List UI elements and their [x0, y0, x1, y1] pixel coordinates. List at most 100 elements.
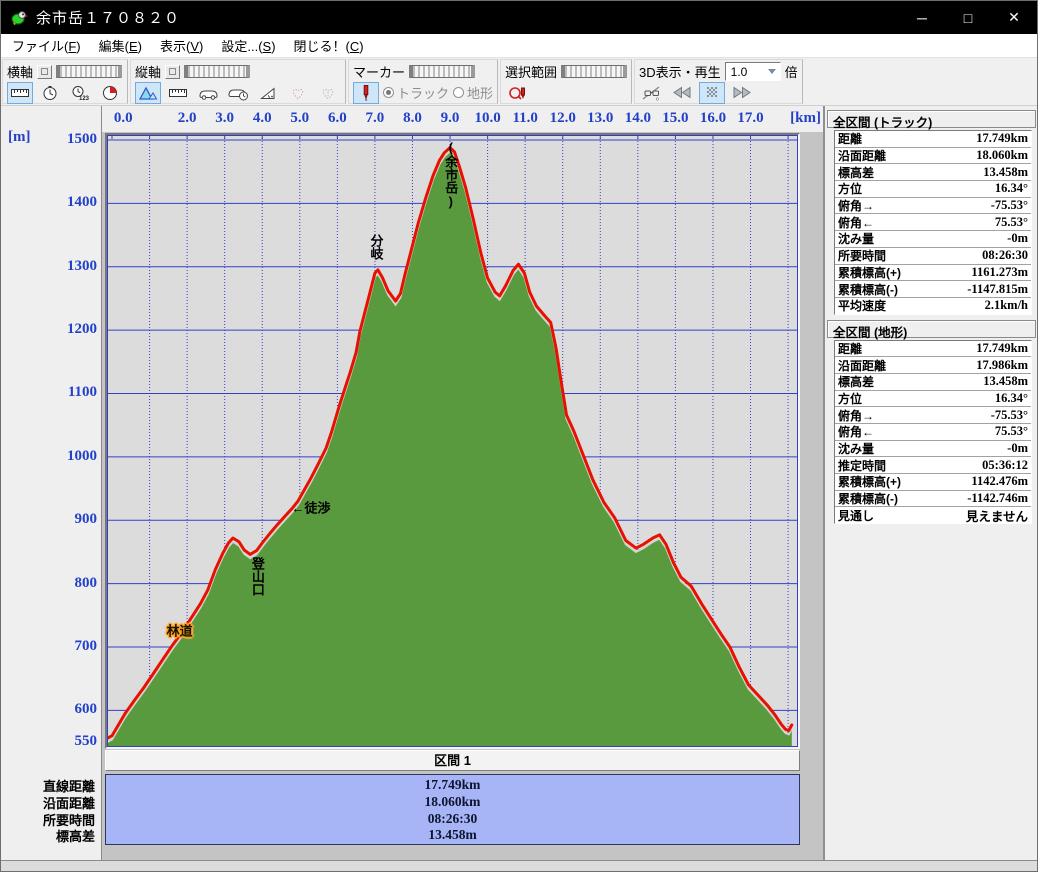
stat-label: 沈み量 [838, 442, 875, 457]
maximize-button[interactable]: □ [945, 1, 991, 34]
vaxis-label: 縦軸 [135, 65, 162, 80]
3d-view-icon[interactable]: o [639, 82, 665, 104]
haxis-label: 横軸 [7, 65, 34, 80]
stat-row: 俯角← 75.53° [835, 424, 1031, 441]
stat-label: 俯角→ [838, 199, 875, 214]
stat-label: 標高差 [838, 165, 875, 180]
menu-close[interactable]: 閉じる！(C) [285, 36, 373, 55]
section-row-value: 08:26:30 [427, 810, 478, 826]
ruler-icon[interactable] [7, 81, 33, 104]
annotation-vertical: (余市岳) [443, 140, 459, 209]
speed-icon[interactable] [195, 82, 221, 104]
selection-label: 選択範囲 [505, 65, 558, 80]
ruler2-icon[interactable] [165, 82, 191, 104]
stat-value: 16.34° [994, 181, 1028, 196]
y-tick-label: 550 [74, 733, 98, 749]
stat-row: 平均速度 2.1km/h [835, 298, 1031, 314]
stat-row: 推定時間 05:36:12 [835, 457, 1031, 475]
toolbar: 横軸 123 縦軸 マーカー トラック 地形 選択範囲 3D表示・再生 1.0 … [1, 58, 1037, 106]
speed-unit: 倍 [784, 65, 798, 80]
clock-123-icon[interactable]: 123 [67, 82, 93, 104]
annotation-vertical: 登山口 [249, 556, 265, 596]
stats-panel: 全区間 (トラック) 距離 17.749km 沿面距離 18.060km 標高差 13.4… [823, 106, 1037, 860]
marker-pen-icon[interactable] [353, 81, 379, 104]
menu-view[interactable]: 表示(V) [151, 36, 212, 55]
stat-label: 累積標高(-) [838, 282, 898, 297]
slope-icon[interactable] [255, 82, 281, 104]
stat-label: 俯角→ [838, 408, 875, 423]
stat-row: 沿面距離 17.986km [835, 357, 1031, 374]
stat-value: -0m [1007, 231, 1028, 246]
y-tick-label: 1200 [67, 321, 97, 338]
x-tick-label: 2.0 [177, 110, 197, 126]
x-axis-unit: [km] [790, 110, 821, 126]
stat-label: 平均速度 [838, 299, 887, 314]
speed-combobox[interactable]: 1.0 [724, 62, 781, 81]
y-tick-label: 600 [74, 701, 98, 718]
selection-group: 選択範囲 [500, 59, 633, 104]
x-tick-label: 8.0 [403, 110, 422, 126]
track-stats-table: 距離 17.749km 沿面距離 18.060km 標高差 13.458m 方位 16.34°… [834, 130, 1032, 315]
section-row-label: 沿面距離 [42, 795, 95, 811]
haxis-mini-button[interactable] [37, 64, 53, 79]
lasso-pen-icon[interactable] [505, 82, 531, 104]
stat-label: 見通し [838, 508, 875, 523]
mountain-icon[interactable] [135, 81, 161, 104]
heart-icon[interactable] [285, 82, 311, 104]
app-window: 余市岳１７０８２０ ─ □ ✕ ファイル(F) 編集(E) 表示(V) 設定..… [0, 0, 1038, 872]
close-button[interactable]: ✕ [991, 1, 1037, 34]
menu-edit[interactable]: 編集(E) [90, 36, 151, 55]
marker-slider[interactable] [409, 65, 476, 78]
stat-value: 17.749km [976, 340, 1028, 355]
y-tick-label: 700 [74, 637, 98, 654]
pause-grid-icon[interactable] [699, 81, 726, 104]
stat-row: 方位 16.34° [835, 181, 1031, 198]
stat-value: 1161.273m [971, 264, 1028, 279]
y-tick-label: 1500 [67, 131, 97, 147]
stat-row: 距離 17.749km [835, 131, 1031, 148]
minimize-button[interactable]: ─ [899, 1, 945, 34]
rewind-icon[interactable] [669, 82, 695, 104]
forward-icon[interactable] [729, 82, 755, 104]
stat-label: 累積標高(+) [838, 475, 902, 490]
haxis-slider[interactable] [56, 65, 123, 78]
clock-icon[interactable] [37, 82, 63, 104]
stat-label: 累積標高(-) [838, 492, 898, 507]
radio-track[interactable]: トラック [383, 83, 449, 102]
stat-row: 累積標高(+) 1142.476m [835, 474, 1031, 491]
vaxis-slider[interactable] [184, 65, 251, 78]
x-tick-label: 16.0 [699, 110, 727, 126]
x-tick-label: 3.0 [215, 110, 235, 126]
x-tick-label: 15.0 [662, 110, 689, 126]
x-tick-label: 10.0 [474, 110, 501, 126]
heart2-icon[interactable] [315, 82, 341, 104]
stat-label: 標高差 [838, 375, 875, 390]
selection-slider[interactable] [561, 65, 628, 78]
stat-row: 標高差 13.458m [835, 164, 1031, 182]
stat-value: -75.53° [990, 198, 1028, 213]
radio-terrain[interactable]: 地形 [453, 83, 493, 102]
stat-row: 累積標高(-) -1147.815m [835, 281, 1031, 298]
x-tick-label: 6.0 [327, 110, 347, 126]
elevation-plot[interactable] [105, 133, 800, 749]
menu-settings[interactable]: 設定...(S) [212, 36, 284, 55]
section-row-label: 標高差 [55, 829, 95, 845]
pie-timer-icon[interactable] [97, 82, 123, 104]
vaxis-group: 縦軸 [130, 59, 346, 104]
vaxis-mini-button[interactable] [165, 64, 181, 79]
y-tick-label: 1100 [67, 384, 97, 401]
haxis-group: 横軸 123 [2, 59, 128, 104]
menubar: ファイル(F) 編集(E) 表示(V) 設定...(S) 閉じる！(C) [1, 34, 1037, 58]
svg-text:o: o [656, 96, 659, 101]
menu-file[interactable]: ファイル(F) [3, 36, 90, 55]
y-tick-label: 900 [74, 511, 98, 528]
stat-label: 沿面距離 [838, 358, 887, 373]
section-row-label: 直線距離 [42, 779, 95, 794]
speed-clock-icon[interactable] [225, 82, 251, 104]
stat-value: 見えません [965, 509, 1028, 524]
stat-value: -1142.746m [967, 491, 1028, 506]
window-bottom-frame [1, 860, 1037, 871]
stat-label: 距離 [838, 132, 863, 147]
radio-track-label: トラック [397, 86, 450, 101]
stat-row: 沈み量 -0m [835, 231, 1031, 248]
